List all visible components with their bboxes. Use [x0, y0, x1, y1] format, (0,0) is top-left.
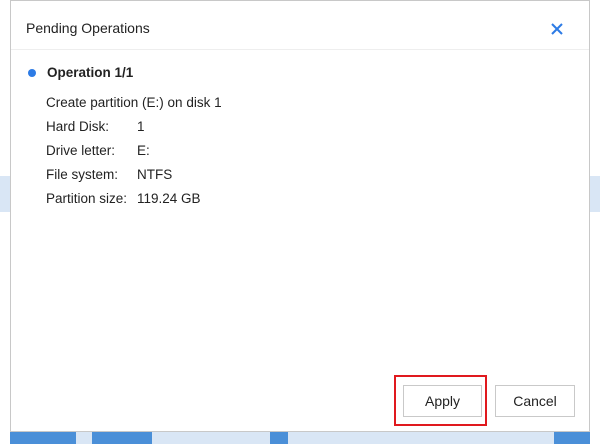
detail-value: 1: [137, 119, 145, 134]
background-disk-bar: [76, 432, 92, 444]
detail-label: Hard Disk:: [46, 119, 110, 134]
detail-row-file-system: File system: NTFS: [46, 167, 172, 182]
operation-header: Operation 1/1: [28, 65, 133, 80]
operation-description: Create partition (E:) on disk 1: [46, 95, 222, 110]
close-button[interactable]: [547, 19, 567, 39]
bullet-icon: [28, 68, 36, 77]
cancel-button[interactable]: Cancel: [495, 385, 575, 417]
background-disk-bar: [554, 432, 590, 444]
background-panel-right: [590, 176, 600, 212]
background-disk-bar: [152, 432, 270, 444]
background-disk-bar: [270, 432, 288, 444]
detail-label: File system:: [46, 167, 119, 182]
close-icon: [551, 23, 563, 35]
pending-operations-dialog: Pending Operations Operation 1/1 Create …: [10, 0, 590, 432]
background-disk-bar: [368, 432, 554, 444]
detail-row-drive-letter: Drive letter: E:: [46, 143, 150, 158]
background-disk-bar: [92, 432, 152, 444]
detail-value: NTFS: [137, 167, 173, 182]
background-disk-bar: [10, 432, 76, 444]
detail-value: 119.24 GB: [137, 191, 201, 206]
background-disk-bar: [288, 432, 368, 444]
title-divider: [11, 49, 589, 50]
operation-title: Operation 1/1: [47, 65, 134, 80]
detail-value: E:: [137, 143, 150, 158]
detail-label: Drive letter:: [46, 143, 116, 158]
detail-row-partition-size: Partition size: 119.24 GB: [46, 191, 201, 206]
detail-row-hard-disk: Hard Disk: 1: [46, 119, 145, 134]
detail-label: Partition size:: [46, 191, 128, 206]
apply-button[interactable]: Apply: [403, 385, 482, 417]
background-panel-left: [0, 176, 10, 212]
dialog-title: Pending Operations: [26, 20, 150, 36]
